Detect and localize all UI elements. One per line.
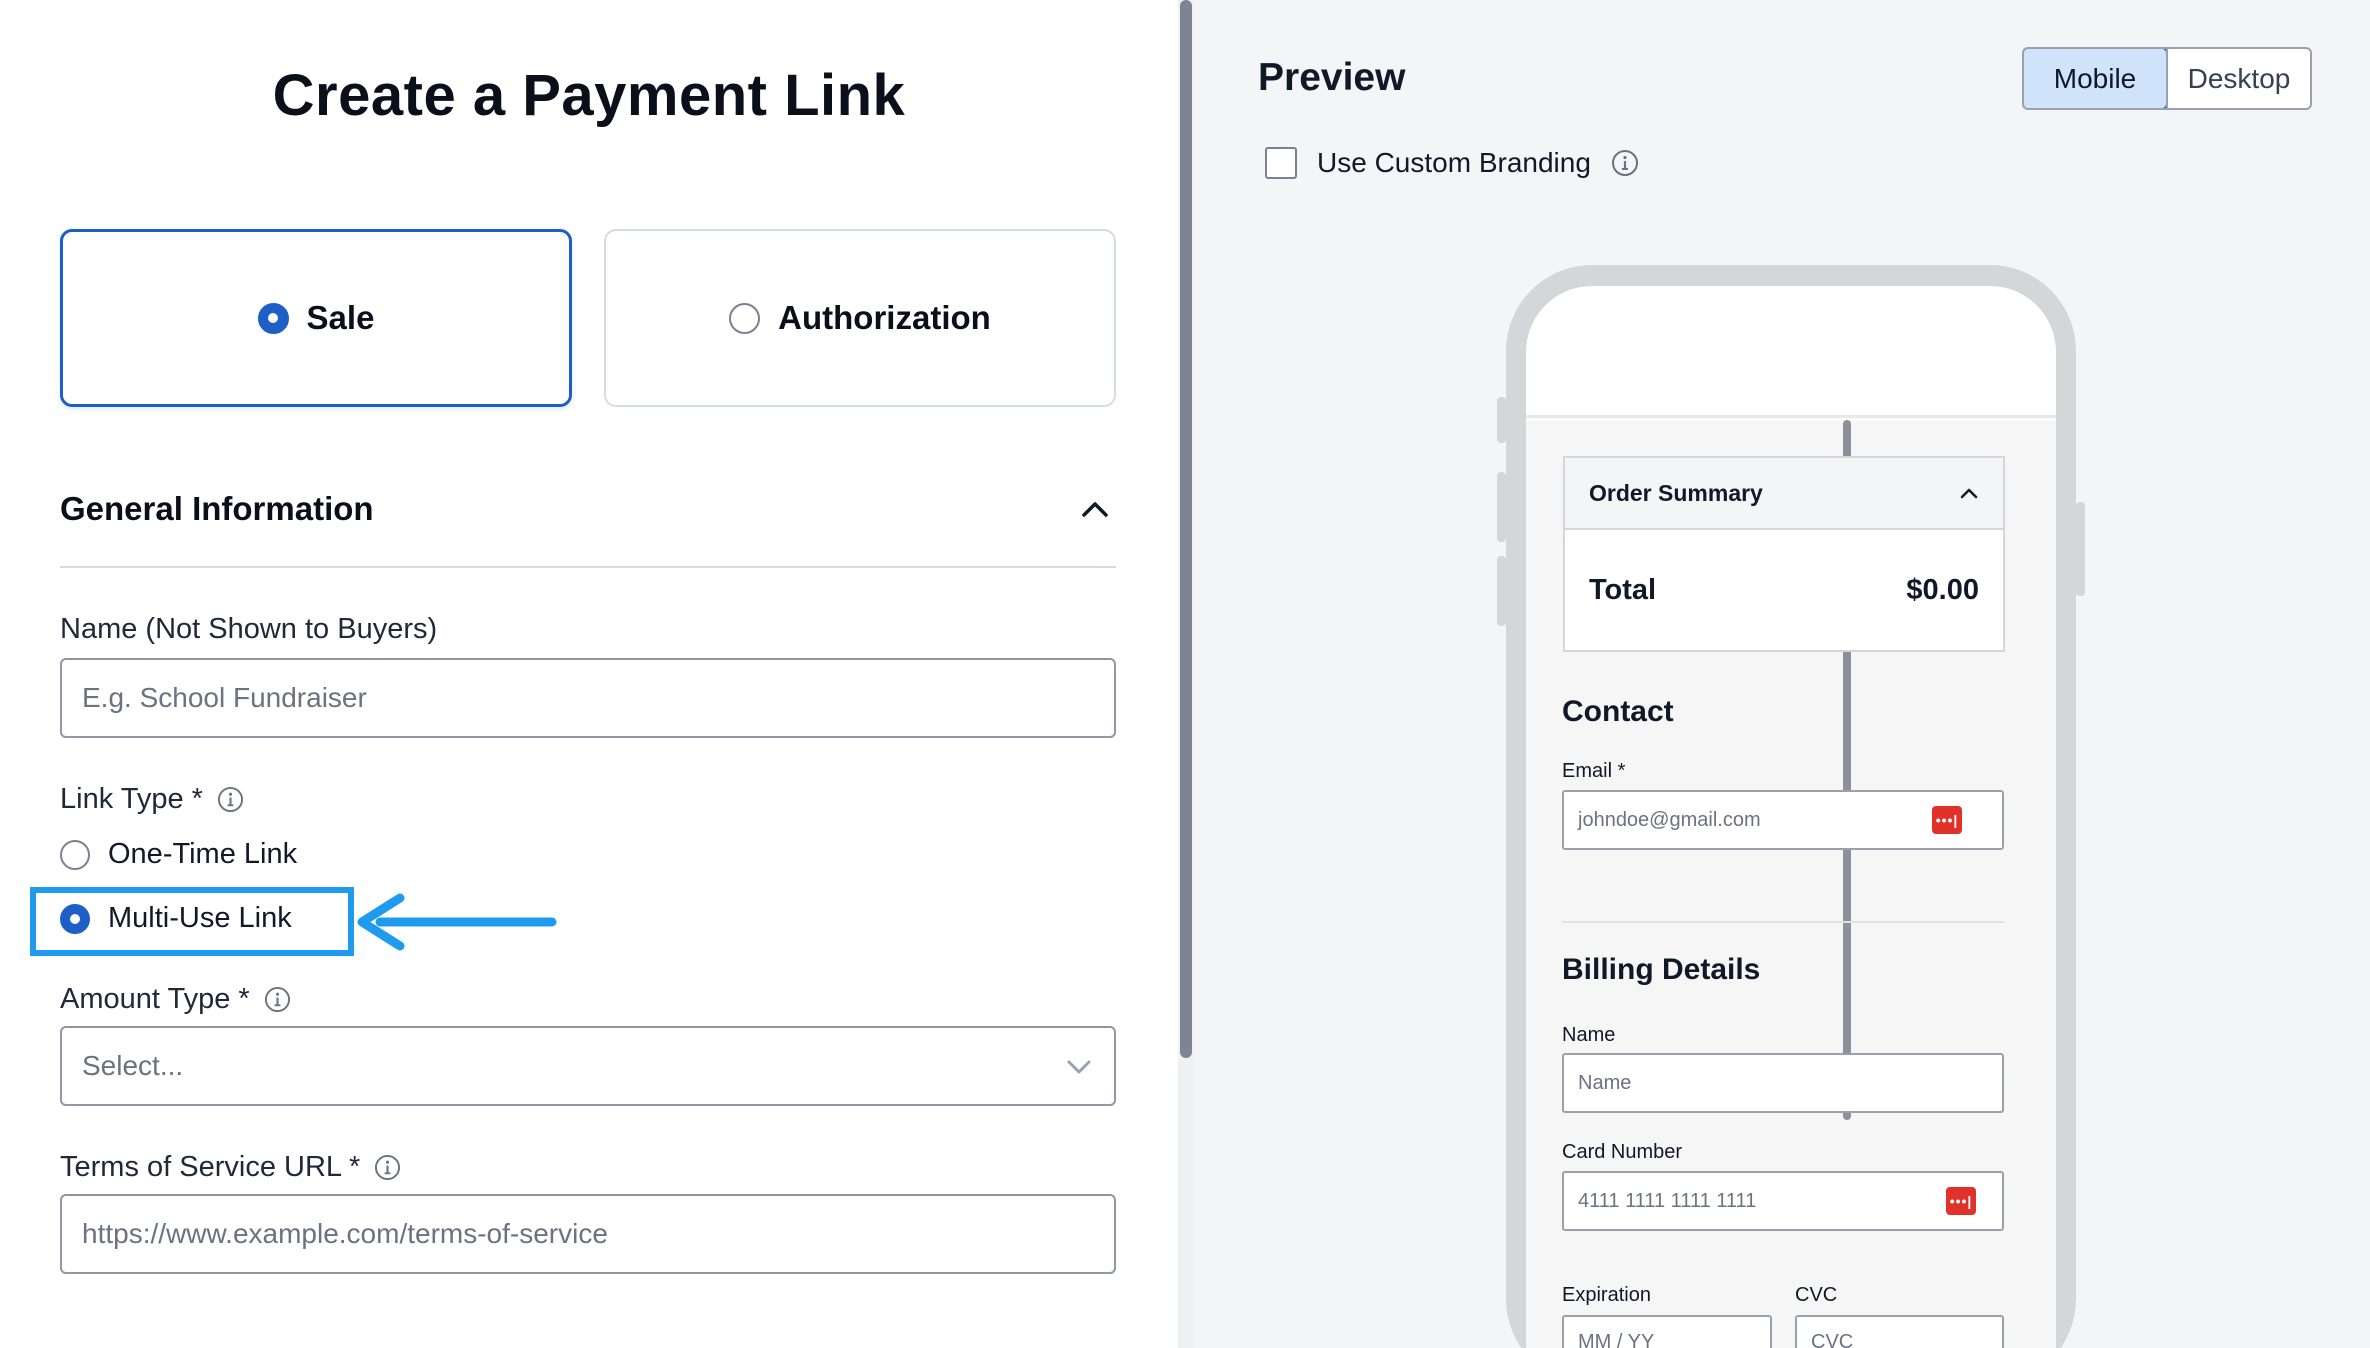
name-field-label: Name (Not Shown to Buyers) — [60, 613, 437, 646]
card-number-placeholder: 4111 1111 1111 1111 — [1578, 1189, 1757, 1212]
preview-title: Preview — [1258, 56, 1406, 99]
sale-radio[interactable] — [257, 302, 289, 334]
phone-side-button — [1497, 556, 1506, 626]
billing-name-input[interactable]: Name — [1562, 1053, 2004, 1113]
name-input[interactable] — [60, 658, 1116, 738]
order-summary-title: Order Summary — [1589, 479, 1763, 506]
password-manager-icon[interactable]: •••| — [1946, 1187, 1976, 1215]
payment-link-form-panel: Create a Payment Link Sale Authorization… — [0, 0, 1178, 1348]
view-mode-toggle: Mobile Desktop — [2022, 47, 2312, 110]
contact-heading: Contact — [1562, 695, 1674, 728]
cvc-placeholder: CVC — [1811, 1331, 1854, 1348]
email-label: Email * — [1562, 760, 1626, 782]
amount-type-label: Amount Type * — [60, 983, 291, 1016]
phone-header — [1526, 286, 2056, 418]
order-summary-header[interactable]: Order Summary — [1565, 458, 2003, 530]
amount-type-select[interactable]: Select... — [60, 1026, 1116, 1106]
expiration-placeholder: MM / YY — [1578, 1331, 1655, 1348]
chevron-down-icon — [1067, 1060, 1091, 1074]
one-time-link-radio[interactable] — [60, 839, 90, 870]
card-number-label: Card Number — [1562, 1141, 1683, 1163]
info-icon[interactable] — [374, 1154, 401, 1181]
email-input[interactable]: johndoe@gmail.com •••| — [1562, 790, 2004, 850]
payment-type-sale-card[interactable]: Sale — [60, 229, 572, 407]
phone-side-button — [1497, 472, 1506, 542]
desktop-view-button[interactable]: Desktop — [2166, 49, 2310, 108]
link-type-label: Link Type * — [60, 783, 244, 816]
amount-type-label-text: Amount Type * — [60, 983, 250, 1015]
total-label: Total — [1589, 573, 1657, 606]
total-value: $0.00 — [1906, 573, 1979, 606]
order-total-row: Total $0.00 — [1565, 530, 2003, 650]
name-label-text: Name (Not Shown to Buyers) — [60, 613, 438, 645]
amount-type-placeholder: Select... — [82, 1050, 184, 1081]
left-panel-scrollbar-thumb[interactable] — [1180, 0, 1192, 1058]
authorization-radio[interactable] — [729, 302, 761, 334]
sale-label: Sale — [306, 299, 375, 336]
cvc-input[interactable]: CVC — [1795, 1315, 2004, 1348]
cvc-label: CVC — [1795, 1284, 1838, 1306]
tos-field-label: Terms of Service URL * — [60, 1151, 401, 1184]
preview-panel: Preview Mobile Desktop Use Custom Brandi… — [1194, 0, 2370, 1348]
email-placeholder: johndoe@gmail.com — [1578, 808, 1761, 831]
custom-branding-row: Use Custom Branding — [1265, 147, 1639, 179]
chevron-up-icon[interactable] — [1080, 496, 1110, 520]
tos-label-text: Terms of Service URL * — [60, 1151, 361, 1183]
order-summary-box: Order Summary Total $0.00 — [1563, 456, 2005, 652]
custom-branding-checkbox[interactable] — [1265, 147, 1297, 179]
payment-type-authorization-card[interactable]: Authorization — [604, 229, 1116, 407]
arrow-left-icon — [357, 893, 557, 951]
info-icon[interactable] — [1611, 149, 1639, 177]
custom-branding-label: Use Custom Branding — [1317, 147, 1591, 178]
info-icon[interactable] — [217, 786, 244, 813]
tos-url-input[interactable] — [60, 1194, 1116, 1274]
billing-details-heading: Billing Details — [1562, 953, 1761, 986]
section-title: General Information — [60, 490, 374, 527]
general-information-header[interactable]: General Information — [60, 490, 1116, 568]
page-title: Create a Payment Link — [272, 63, 906, 128]
expiration-input[interactable]: MM / YY — [1562, 1315, 1772, 1348]
link-type-label-text: Link Type * — [60, 783, 203, 815]
card-number-input[interactable]: 4111 1111 1111 1111 •••| — [1562, 1171, 2004, 1231]
billing-name-placeholder: Name — [1578, 1071, 1632, 1094]
info-icon[interactable] — [264, 986, 291, 1013]
section-divider — [1562, 921, 2004, 923]
one-time-link-label: One-Time Link — [108, 838, 298, 870]
chevron-up-icon[interactable] — [1959, 486, 1979, 500]
expiration-label: Expiration — [1562, 1284, 1651, 1306]
one-time-link-option[interactable]: One-Time Link — [60, 838, 297, 871]
annotation-highlight-box — [30, 887, 354, 956]
password-manager-icon[interactable]: •••| — [1932, 806, 1962, 834]
billing-name-label: Name — [1562, 1024, 1616, 1046]
authorization-label: Authorization — [778, 299, 991, 336]
mobile-view-button[interactable]: Mobile — [2024, 49, 2168, 108]
phone-side-button — [1497, 397, 1506, 443]
phone-side-button — [2076, 502, 2085, 596]
